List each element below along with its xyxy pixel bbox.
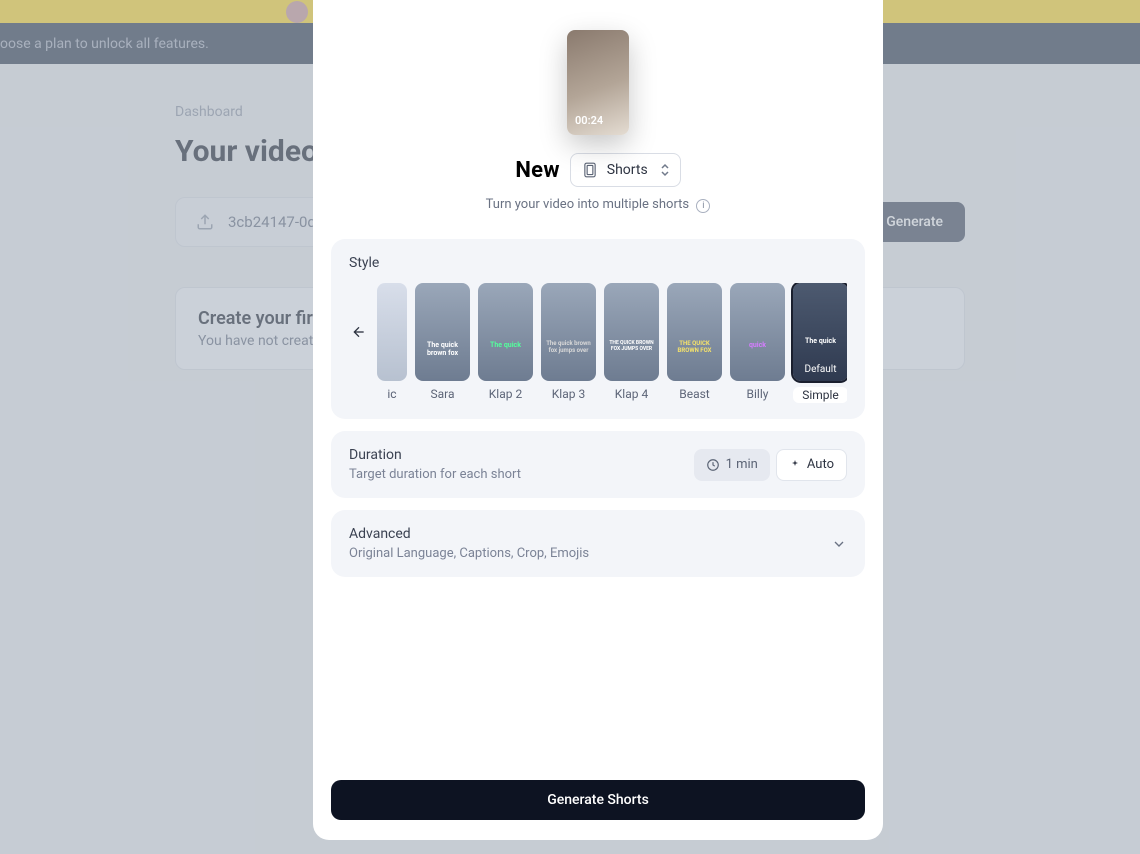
style-name: Billy bbox=[730, 387, 785, 401]
style-option-selected[interactable]: The quick Default Simple bbox=[793, 283, 847, 403]
duration-auto-button[interactable]: Auto bbox=[776, 449, 847, 481]
duration-card: Duration Target duration for each short … bbox=[331, 431, 865, 498]
mode-select[interactable]: Shorts bbox=[570, 153, 681, 187]
style-label: Style bbox=[349, 255, 847, 271]
info-icon[interactable]: i bbox=[696, 199, 710, 213]
sparkle-icon bbox=[789, 459, 801, 471]
style-name: Klap 2 bbox=[478, 387, 533, 401]
modal-subtitle: Turn your video into multiple shorts i bbox=[331, 197, 865, 213]
generate-shorts-label: Generate Shorts bbox=[547, 792, 649, 808]
new-label: New bbox=[515, 158, 559, 183]
style-card: Style ic The quick brown fox Sara The q bbox=[331, 239, 865, 419]
style-name: Beast bbox=[667, 387, 722, 401]
style-option[interactable]: The quick brown fox Sara bbox=[415, 283, 470, 403]
subtitle-text: Turn your video into multiple shorts bbox=[486, 197, 690, 212]
style-list: ic The quick brown fox Sara The quick Kl… bbox=[377, 283, 847, 403]
style-option[interactable]: THE QUICK BROWN FOX JUMPS OVER Klap 4 bbox=[604, 283, 659, 403]
style-option[interactable]: THE QUICK BROWN FOX Beast bbox=[667, 283, 722, 403]
style-prev-arrow[interactable] bbox=[349, 283, 369, 381]
clock-icon bbox=[706, 458, 720, 472]
duration-value: 1 min bbox=[726, 457, 758, 472]
style-name: Klap 3 bbox=[541, 387, 596, 401]
style-name: Sara bbox=[415, 387, 470, 401]
chevron-down-icon bbox=[831, 536, 847, 552]
style-option[interactable]: The quick Klap 2 bbox=[478, 283, 533, 403]
advanced-card[interactable]: Advanced Original Language, Captions, Cr… bbox=[331, 510, 865, 577]
advanced-title: Advanced bbox=[349, 526, 589, 542]
video-thumbnail[interactable]: 00:24 bbox=[567, 30, 629, 135]
generate-shorts-button[interactable]: Generate Shorts bbox=[331, 780, 865, 820]
default-badge: Default bbox=[798, 364, 843, 375]
duration-auto-label: Auto bbox=[807, 457, 834, 472]
duration-value-button[interactable]: 1 min bbox=[694, 449, 770, 481]
style-option[interactable]: quick Billy bbox=[730, 283, 785, 403]
advanced-sub: Original Language, Captions, Crop, Emoji… bbox=[349, 546, 589, 561]
new-shorts-modal: 00:24 New Shorts Turn your video into mu… bbox=[313, 0, 883, 840]
video-duration: 00:24 bbox=[575, 114, 603, 127]
shorts-icon bbox=[581, 161, 599, 179]
duration-title: Duration bbox=[349, 447, 521, 463]
style-option[interactable]: The quick brown fox jumps over Klap 3 bbox=[541, 283, 596, 403]
chevron-updown-icon bbox=[660, 163, 670, 177]
style-name: ic bbox=[377, 387, 407, 401]
style-name: Simple bbox=[793, 387, 847, 403]
duration-sub: Target duration for each short bbox=[349, 467, 521, 482]
style-option[interactable]: ic bbox=[377, 283, 407, 403]
style-name: Klap 4 bbox=[604, 387, 659, 401]
mode-label: Shorts bbox=[607, 162, 648, 178]
